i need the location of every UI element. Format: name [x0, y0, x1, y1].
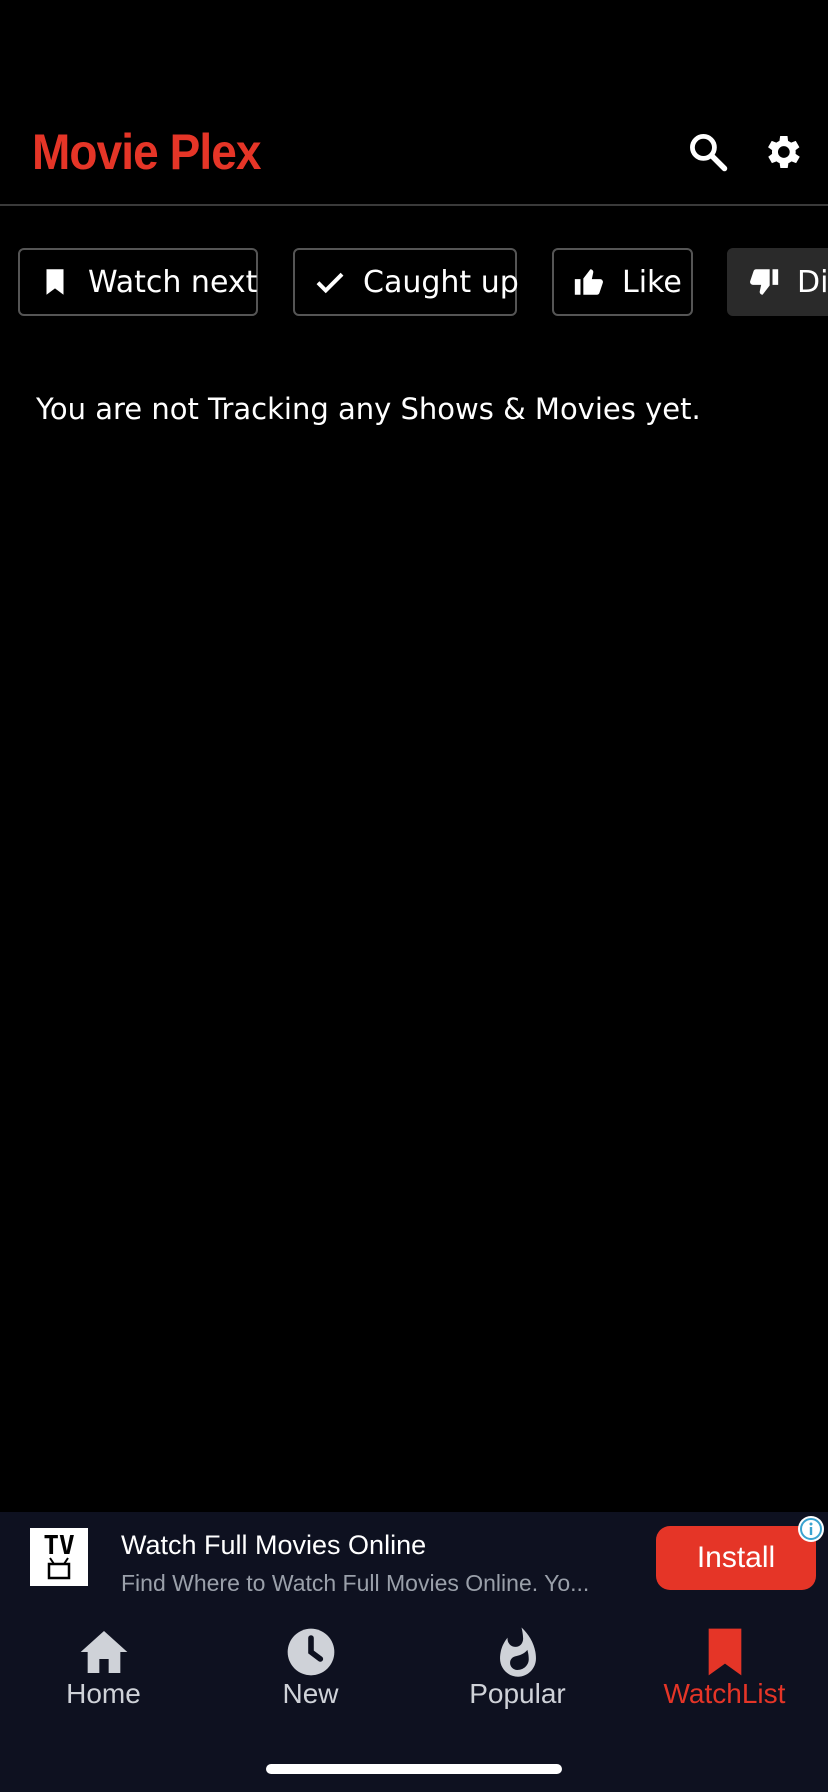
home-indicator: [266, 1764, 562, 1774]
ad-info-icon[interactable]: [798, 1516, 824, 1542]
nav-label: Popular: [469, 1678, 566, 1709]
nav-label: Home: [66, 1678, 141, 1709]
filter-dislike[interactable]: Di: [727, 248, 828, 316]
ad-banner[interactable]: TV Watch Full Movies Online Find Where t…: [0, 1512, 828, 1616]
nav-label: New: [282, 1678, 339, 1709]
nav-item-popular[interactable]: Popular: [414, 1616, 621, 1726]
search-icon[interactable]: [686, 130, 730, 174]
filter-label: Di: [797, 264, 828, 300]
app-title: Movie Plex: [32, 124, 261, 180]
filter-watch-next[interactable]: Watch next: [18, 248, 258, 316]
flame-icon: [490, 1624, 546, 1680]
filter-label: Watch next: [88, 264, 258, 300]
ad-description: Find Where to Watch Full Movies Online. …: [121, 1570, 590, 1596]
clock-icon: [283, 1624, 339, 1680]
ad-logo-text: TV: [43, 1531, 74, 1561]
filter-row: Watch next Caught up Like Di: [0, 248, 828, 318]
nav-item-watchlist[interactable]: WatchList: [621, 1616, 828, 1726]
filter-label: Like: [622, 264, 682, 300]
nav-item-home[interactable]: Home: [0, 1616, 207, 1726]
filter-label: Caught up: [363, 264, 519, 300]
check-icon: [313, 265, 347, 299]
ad-title: Watch Full Movies Online: [121, 1530, 427, 1560]
ad-logo: TV: [30, 1528, 88, 1586]
bookmark-icon: [697, 1624, 753, 1680]
thumbs-down-icon: [747, 265, 781, 299]
home-icon: [76, 1624, 132, 1680]
install-button[interactable]: Install: [656, 1526, 816, 1590]
app-header: Movie Plex: [0, 0, 828, 206]
bookmark-icon: [38, 265, 72, 299]
empty-state-message: You are not Tracking any Shows & Movies …: [36, 392, 701, 426]
filter-like[interactable]: Like: [552, 248, 693, 316]
filter-caught-up[interactable]: Caught up: [293, 248, 519, 316]
gear-icon[interactable]: [760, 130, 804, 174]
nav-item-new[interactable]: New: [207, 1616, 414, 1726]
nav-label: WatchList: [663, 1678, 786, 1709]
thumbs-up-icon: [572, 265, 606, 299]
